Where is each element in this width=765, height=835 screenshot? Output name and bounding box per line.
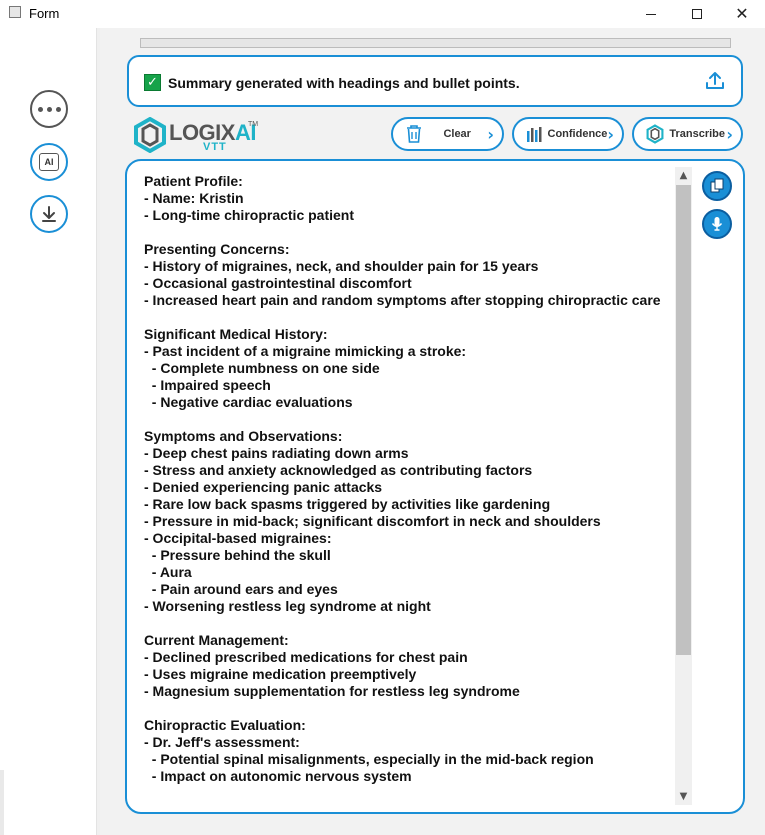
chevron-right-icon: › [726, 124, 733, 144]
sidebar: AI [0, 28, 97, 835]
microphone-icon [711, 217, 723, 231]
transcribe-logo-icon [646, 124, 664, 144]
check-icon: ✓ [144, 74, 161, 91]
more-options-button[interactable] [30, 90, 68, 128]
chevron-right-icon: › [607, 124, 614, 144]
download-icon [42, 206, 56, 222]
minimize-button[interactable] [628, 0, 674, 28]
title-bar: Form ✕ [0, 0, 765, 28]
confidence-button[interactable]: Confidence › [512, 117, 624, 151]
progress-bar [140, 38, 731, 48]
maximize-button[interactable] [674, 0, 720, 28]
close-button[interactable]: ✕ [719, 0, 765, 28]
progress-fill [141, 39, 730, 47]
logo-icon [134, 117, 166, 153]
app-window: Form ✕ AI ✓ Summary generated with headi… [0, 0, 765, 835]
copy-icon [710, 178, 724, 193]
transcribe-label: Transcribe [669, 128, 726, 140]
logo-trademark: TM [248, 121, 259, 128]
scrollbar-thumb[interactable] [676, 185, 691, 655]
ai-chip-icon: AI [39, 153, 59, 171]
maximize-icon [692, 9, 702, 19]
scroll-up-icon[interactable]: ▲ [675, 167, 692, 184]
confidence-label: Confidence [547, 128, 608, 140]
trash-icon [407, 125, 421, 143]
summary-panel: Patient Profile: - Name: Kristin - Long-… [125, 159, 745, 814]
copy-button[interactable] [702, 171, 732, 201]
clear-label: Clear [443, 128, 471, 140]
logo-subtitle: VTT [203, 141, 227, 153]
window-edge [0, 770, 4, 835]
close-icon: ✕ [735, 4, 749, 23]
scroll-down-icon[interactable]: ▼ [675, 788, 692, 805]
minimize-icon [646, 13, 656, 15]
ai-button[interactable]: AI [30, 143, 68, 181]
bar-chart-icon [526, 127, 542, 142]
transcribe-button[interactable]: Transcribe › [632, 117, 743, 151]
status-message: Summary generated with headings and bull… [168, 75, 520, 91]
window-title: Form [29, 6, 60, 21]
download-button[interactable] [30, 195, 68, 233]
app-icon [9, 6, 21, 18]
chevron-right-icon: › [487, 124, 494, 144]
logixai-logo: LOGIXAI TM VTT [133, 117, 263, 155]
upload-icon[interactable] [703, 69, 727, 93]
microphone-button[interactable] [702, 209, 732, 239]
more-icon [37, 106, 61, 112]
clear-button[interactable]: Clear › [391, 117, 504, 151]
summary-scrollbar[interactable]: ▲ ▼ [675, 167, 692, 805]
summary-textarea[interactable]: Patient Profile: - Name: Kristin - Long-… [144, 173, 674, 803]
status-panel: ✓ Summary generated with headings and bu… [127, 55, 743, 107]
